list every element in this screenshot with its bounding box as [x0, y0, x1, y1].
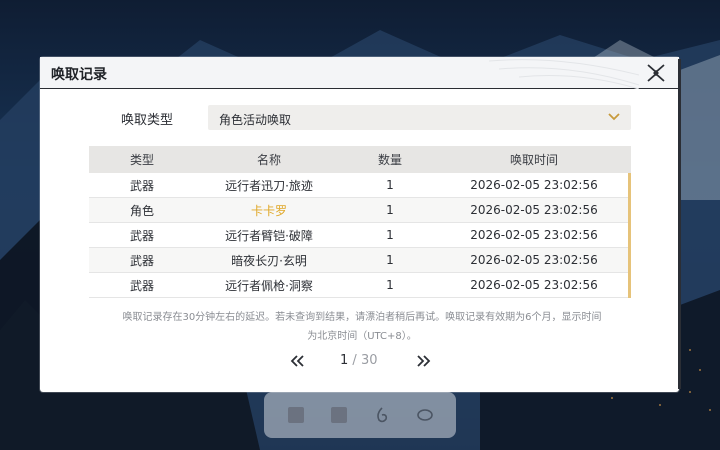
cell-quantity: 1 — [386, 203, 394, 217]
header-type: 类型 — [129, 153, 154, 167]
header-quantity: 数量 — [377, 153, 402, 167]
chevron-down-icon — [608, 113, 620, 121]
notice-line-2: 为北京时间（UTC+8）。 — [307, 331, 417, 342]
cell-type: 角色 — [129, 203, 154, 218]
inventory-icon[interactable] — [287, 407, 304, 423]
cell-time: 2026-02-05 23:02:56 — [470, 278, 598, 292]
close-x-icon — [647, 64, 665, 82]
table-row: 武器 暗夜长刃·玄明 1 2026-02-05 23:02:56 — [89, 248, 631, 273]
close-button[interactable] — [645, 62, 667, 84]
cell-name: 暗夜长刃·玄明 — [231, 253, 307, 268]
cell-time: 2026-02-05 23:02:56 — [470, 203, 598, 217]
table-row: 武器 远行者迅刀·旅迹 1 2026-02-05 23:02:56 — [89, 173, 631, 198]
header-name: 名称 — [256, 153, 281, 167]
page-separator: / — [348, 353, 361, 368]
bottom-toolbar — [264, 392, 456, 438]
gacha-icon[interactable] — [374, 407, 390, 423]
next-page-button[interactable] — [414, 351, 434, 371]
notice-line-1: 唤取记录存在30分钟左右的延迟。若未查询到结果，请漂泊者稍后再试。唤取记录有效期… — [122, 312, 602, 323]
cell-time: 2026-02-05 23:02:56 — [470, 178, 598, 192]
cell-type: 武器 — [129, 178, 154, 193]
cell-type: 武器 — [129, 228, 154, 243]
dialog-header: 唤取记录 — [40, 57, 679, 89]
history-table: 类型 名称 数量 唤取时间 武器 远行者迅刀·旅迹 1 2026-02-05 2… — [89, 146, 631, 298]
page-indicator: 1 / 30 — [340, 353, 377, 368]
cell-time: 2026-02-05 23:02:56 — [470, 253, 598, 267]
pagination: 1 / 30 — [40, 351, 679, 371]
gacha-type-select[interactable]: 角色活动唤取 — [208, 105, 631, 130]
table-row: 武器 远行者臂铠·破障 1 2026-02-05 23:02:56 — [89, 223, 631, 248]
table-row: 角色 卡卡罗 1 2026-02-05 23:02:56 — [89, 198, 631, 223]
total-pages: 30 — [360, 353, 378, 368]
cell-quantity: 1 — [386, 228, 394, 242]
table-scrollbar[interactable] — [628, 173, 631, 298]
cell-quantity: 1 — [386, 178, 394, 192]
header-time: 唤取时间 — [509, 153, 558, 167]
table-body[interactable]: 武器 远行者迅刀·旅迹 1 2026-02-05 23:02:56 角色 卡卡罗… — [89, 173, 631, 298]
cell-name: 卡卡罗 — [250, 203, 287, 218]
double-chevron-right-icon — [417, 355, 431, 367]
gacha-history-dialog: 唤取记录 唤取类型 角色活动唤取 类型 名称 数量 唤取时间 武器 远行者迅刀·… — [40, 57, 681, 392]
double-chevron-left-icon — [290, 355, 304, 367]
cell-name: 远行者佩枪·洞察 — [225, 278, 313, 293]
delay-notice: 唤取记录存在30分钟左右的延迟。若未查询到结果，请漂泊者稍后再试。唤取记录有效期… — [84, 308, 640, 346]
header-decoration — [489, 59, 639, 89]
chat-icon[interactable] — [416, 407, 433, 423]
cell-name: 远行者迅刀·旅迹 — [225, 178, 313, 193]
table-row: 武器 远行者佩枪·洞察 1 2026-02-05 23:02:56 — [89, 273, 631, 298]
cell-time: 2026-02-05 23:02:56 — [470, 228, 598, 242]
gacha-type-label: 唤取类型 — [121, 113, 174, 128]
cell-name: 远行者臂铠·破障 — [225, 228, 313, 243]
cell-type: 武器 — [129, 253, 154, 268]
prev-page-button[interactable] — [287, 351, 307, 371]
gacha-type-value: 角色活动唤取 — [219, 113, 292, 127]
cell-type: 武器 — [129, 278, 154, 293]
cell-quantity: 1 — [386, 278, 394, 292]
dialog-title: 唤取记录 — [51, 67, 107, 83]
scrollbar-thumb[interactable] — [628, 173, 631, 298]
cell-quantity: 1 — [386, 253, 394, 267]
map-icon[interactable] — [330, 407, 347, 423]
table-header: 类型 名称 数量 唤取时间 — [89, 146, 631, 173]
dialog-edge — [678, 59, 681, 389]
